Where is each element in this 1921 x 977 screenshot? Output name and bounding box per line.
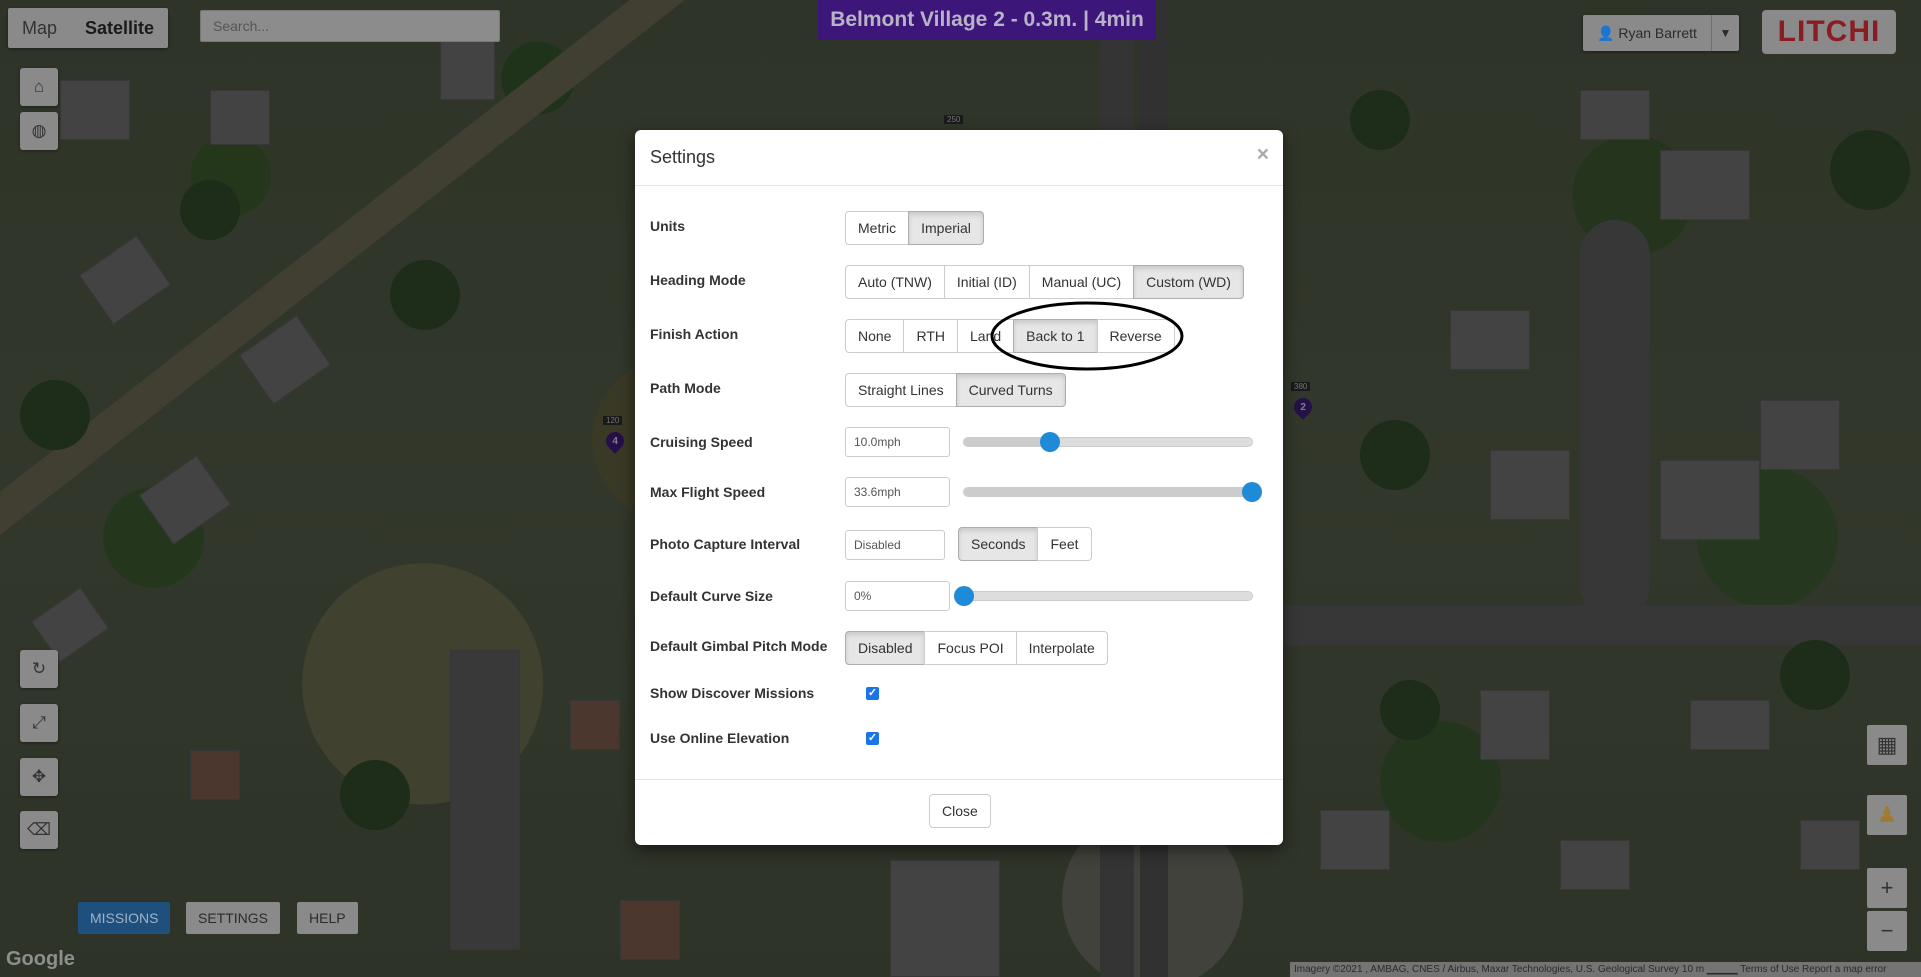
cruising-speed-input[interactable]: 10.0mph	[845, 427, 950, 457]
home-icon[interactable]: ⌂	[20, 68, 58, 106]
curve-size-label: Default Curve Size	[650, 588, 773, 604]
annotation-ellipse	[990, 301, 1184, 371]
curve-size-input[interactable]: 0%	[845, 581, 950, 611]
chevron-down-icon[interactable]: ▼	[1710, 15, 1739, 51]
units-metric-button[interactable]: Metric	[845, 211, 910, 245]
show-discover-row: Show Discover Missions ✓	[650, 683, 1270, 703]
rotate-icon[interactable]: ↻	[20, 650, 58, 688]
zoom-in-icon[interactable]: +	[1867, 868, 1907, 908]
online-elevation-label: Use Online Elevation	[650, 730, 790, 746]
photo-feet-button[interactable]: Feet	[1037, 527, 1092, 561]
finish-rth-button[interactable]: RTH	[903, 319, 958, 353]
litchi-logo: LITCHI	[1762, 10, 1896, 54]
slider-fill	[964, 488, 1252, 496]
search-input[interactable]: Search...	[200, 10, 500, 42]
photo-capture-input[interactable]: Disabled	[845, 530, 945, 560]
expand-icon[interactable]: ⤢	[20, 704, 58, 742]
dialog-header: Settings ×	[635, 130, 1283, 186]
units-label: Units	[650, 218, 685, 234]
curve-size-slider[interactable]	[954, 586, 1253, 606]
user-icon: 👤	[1597, 25, 1615, 41]
eraser-icon[interactable]: ⌫	[20, 811, 58, 849]
dialog-title: Settings	[650, 147, 716, 167]
path-mode-label: Path Mode	[650, 380, 721, 396]
path-mode-toggle: Straight Lines Curved Turns	[845, 373, 1066, 407]
gimbal-pitch-label: Default Gimbal Pitch Mode	[650, 638, 828, 654]
heading-initial-button[interactable]: Initial (ID)	[943, 265, 1030, 299]
heading-mode-label: Heading Mode	[650, 272, 746, 288]
heading-manual-button[interactable]: Manual (UC)	[1028, 265, 1135, 299]
map-type-satellite-button[interactable]: Satellite	[71, 8, 168, 48]
gimbal-pitch-toggle: Disabled Focus POI Interpolate	[845, 631, 1108, 665]
path-curved-button[interactable]: Curved Turns	[955, 373, 1066, 407]
heading-custom-button[interactable]: Custom (WD)	[1133, 265, 1244, 299]
path-straight-button[interactable]: Straight Lines	[845, 373, 957, 407]
missions-button[interactable]: MISSIONS	[78, 902, 171, 934]
heading-mode-toggle: Auto (TNW) Initial (ID) Manual (UC) Cust…	[845, 265, 1244, 299]
units-toggle: Metric Imperial	[845, 211, 984, 245]
gimbal-disabled-button[interactable]: Disabled	[845, 631, 926, 665]
photo-capture-label: Photo Capture Interval	[650, 536, 801, 552]
show-discover-label: Show Discover Missions	[650, 685, 815, 701]
max-flight-speed-label: Max Flight Speed	[650, 484, 766, 500]
user-menu[interactable]: 👤 Ryan Barrett ▼	[1583, 15, 1739, 51]
pegman-icon[interactable]: ♟	[1867, 795, 1907, 835]
mission-title: Belmont Village 2 - 0.3m. | 4min	[818, 0, 1156, 40]
settings-dialog: Settings × Units Metric Imperial Heading…	[635, 130, 1283, 845]
gimbal-focus-poi-button[interactable]: Focus POI	[924, 631, 1017, 665]
slider-thumb[interactable]	[954, 586, 974, 606]
photo-seconds-button[interactable]: Seconds	[958, 527, 1039, 561]
google-logo: Google	[6, 948, 75, 970]
max-flight-speed-slider[interactable]	[963, 482, 1262, 502]
map-type-switcher: Map Satellite	[8, 8, 169, 48]
gimbal-interpolate-button[interactable]: Interpolate	[1015, 631, 1108, 665]
show-discover-checkbox[interactable]: ✓	[866, 687, 879, 700]
finish-action-label: Finish Action	[650, 326, 739, 342]
units-imperial-button[interactable]: Imperial	[908, 211, 984, 245]
slider-thumb[interactable]	[1242, 482, 1262, 502]
help-button[interactable]: HELP	[297, 902, 358, 934]
slider-fill	[964, 438, 1051, 446]
close-icon[interactable]: ×	[1257, 143, 1269, 167]
user-name: Ryan Barrett	[1618, 25, 1697, 41]
slider-thumb[interactable]	[1040, 432, 1061, 452]
map-attribution[interactable]: Imagery ©2021 , AMBAG, CNES / Airbus, Ma…	[1290, 962, 1921, 977]
dialog-footer: Close	[635, 779, 1283, 845]
move-icon[interactable]: ✥	[20, 758, 58, 796]
zoom-out-icon[interactable]: −	[1867, 911, 1907, 951]
close-button[interactable]: Close	[929, 794, 991, 828]
photo-capture-unit-toggle: Seconds Feet	[958, 527, 1092, 561]
online-elevation-checkbox[interactable]: ✓	[866, 732, 879, 745]
settings-button[interactable]: SETTINGS	[186, 902, 281, 934]
max-flight-speed-input[interactable]: 33.6mph	[845, 477, 950, 507]
cruising-speed-label: Cruising Speed	[650, 434, 753, 450]
grid-icon[interactable]: ▦	[1867, 725, 1907, 765]
online-elevation-row: Use Online Elevation ✓	[650, 728, 1270, 748]
finish-none-button[interactable]: None	[845, 319, 905, 353]
globe-icon[interactable]: ◍	[20, 112, 58, 150]
map-type-map-button[interactable]: Map	[8, 8, 71, 48]
heading-auto-button[interactable]: Auto (TNW)	[845, 265, 945, 299]
cruising-speed-slider[interactable]	[963, 432, 1253, 452]
